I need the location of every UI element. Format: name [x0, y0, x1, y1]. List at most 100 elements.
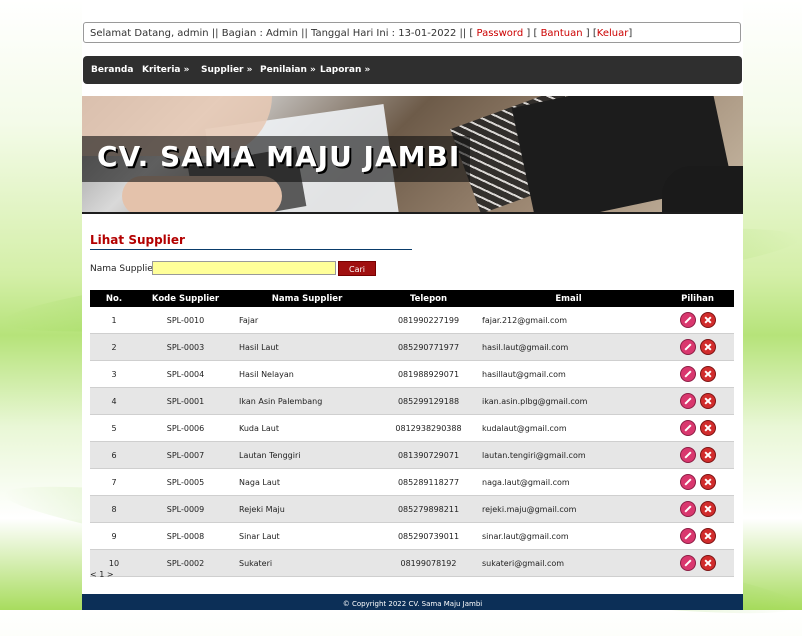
- nav-item-laporan[interactable]: Laporan »: [320, 56, 370, 84]
- divider: [82, 212, 743, 214]
- table-row: 2 SPL-0003 Hasil Laut 085290771977 hasil…: [90, 333, 734, 361]
- pencil-edit-icon[interactable]: [679, 501, 696, 517]
- cell-telepon: 0812938290388: [381, 414, 476, 442]
- cell-telepon: 081390729071: [381, 441, 476, 469]
- cell-no: 3: [90, 360, 138, 388]
- table-row: 3 SPL-0004 Hasil Nelayan 081988929071 ha…: [90, 360, 734, 388]
- cell-nama: Lautan Tenggiri: [233, 441, 381, 469]
- cell-actions: [661, 468, 734, 496]
- cell-telepon: 085290739011: [381, 522, 476, 550]
- pagination[interactable]: < 1 >: [90, 570, 114, 579]
- cell-email: rejeki.maju@gmail.com: [476, 495, 661, 523]
- separator: ] [: [523, 28, 541, 39]
- cell-telepon: 085279898211: [381, 495, 476, 523]
- cell-no: 8: [90, 495, 138, 523]
- cell-nama: Ikan Asin Palembang: [233, 387, 381, 415]
- table-row: 5 SPL-0006 Kuda Laut 0812938290388 kudal…: [90, 414, 734, 442]
- cell-email: hasil.laut@gmail.com: [476, 333, 661, 361]
- close-delete-icon[interactable]: [699, 420, 716, 436]
- welcome-bar: Selamat Datang, admin || Bagian : Admin …: [83, 22, 741, 43]
- cell-actions: [661, 360, 734, 388]
- help-link[interactable]: Bantuan: [541, 28, 583, 39]
- cell-kode: SPL-0006: [138, 414, 233, 442]
- cell-actions: [661, 549, 734, 577]
- cell-email: sinar.laut@gmail.com: [476, 522, 661, 550]
- cell-actions: [661, 333, 734, 361]
- footer: © Copyright 2022 CV. Sama Maju Jambi: [82, 594, 743, 610]
- table-row: 9 SPL-0008 Sinar Laut 085290739011 sinar…: [90, 522, 734, 550]
- search-input[interactable]: [152, 261, 336, 275]
- cell-nama: Fajar: [233, 307, 381, 334]
- nav-item-beranda[interactable]: Beranda: [91, 56, 133, 84]
- cell-no: 1: [90, 307, 138, 334]
- cell-telepon: 085299129188: [381, 387, 476, 415]
- table-row: 6 SPL-0007 Lautan Tenggiri 081390729071 …: [90, 441, 734, 469]
- header-banner: CV. SAMA MAJU JAMBI: [82, 96, 743, 213]
- cell-telepon: 081988929071: [381, 360, 476, 388]
- cell-actions: [661, 387, 734, 415]
- separator: ]: [628, 28, 633, 39]
- banner-title: CV. SAMA MAJU JAMBI: [97, 140, 461, 173]
- close-delete-icon[interactable]: [699, 366, 716, 382]
- table-header-row: No. Kode Supplier Nama Supplier Telepon …: [90, 290, 734, 307]
- cell-telepon: 081990227199: [381, 307, 476, 334]
- cell-telepon: 08199078192: [381, 549, 476, 577]
- separator: ] [: [582, 28, 597, 39]
- cell-actions: [661, 522, 734, 550]
- close-delete-icon[interactable]: [699, 501, 716, 517]
- cell-nama: Naga Laut: [233, 468, 381, 496]
- table-row: 10 SPL-0002 Sukateri 08199078192 sukater…: [90, 549, 734, 577]
- pencil-edit-icon[interactable]: [679, 366, 696, 382]
- column-header-telepon: Telepon: [381, 290, 476, 307]
- close-delete-icon[interactable]: [699, 528, 716, 544]
- cell-actions: [661, 414, 734, 442]
- cell-nama: Rejeki Maju: [233, 495, 381, 523]
- cell-telepon: 085289118277: [381, 468, 476, 496]
- cell-no: 4: [90, 387, 138, 415]
- cell-kode: SPL-0008: [138, 522, 233, 550]
- pencil-edit-icon[interactable]: [679, 555, 696, 571]
- close-delete-icon[interactable]: [699, 312, 716, 328]
- cell-kode: SPL-0005: [138, 468, 233, 496]
- table-row: 1 SPL-0010 Fajar 081990227199 fajar.212@…: [90, 307, 734, 334]
- cell-email: kudalaut@gmail.com: [476, 414, 661, 442]
- pencil-edit-icon[interactable]: [679, 447, 696, 463]
- cell-kode: SPL-0007: [138, 441, 233, 469]
- search-button[interactable]: Cari: [338, 261, 376, 276]
- pencil-edit-icon[interactable]: [679, 528, 696, 544]
- logout-link[interactable]: Keluar: [597, 28, 629, 39]
- close-delete-icon[interactable]: [699, 393, 716, 409]
- column-header-nama: Nama Supplier: [233, 290, 381, 307]
- pencil-edit-icon[interactable]: [679, 339, 696, 355]
- cell-actions: [661, 307, 734, 334]
- password-link[interactable]: Password: [477, 28, 524, 39]
- close-delete-icon[interactable]: [699, 474, 716, 490]
- cell-nama: Hasil Nelayan: [233, 360, 381, 388]
- cell-nama: Hasil Laut: [233, 333, 381, 361]
- close-delete-icon[interactable]: [699, 447, 716, 463]
- page-container: Selamat Datang, admin || Bagian : Admin …: [82, 0, 743, 610]
- cell-no: 2: [90, 333, 138, 361]
- cell-nama: Sinar Laut: [233, 522, 381, 550]
- cell-nama: Kuda Laut: [233, 414, 381, 442]
- nav-item-kriteria[interactable]: Kriteria »: [142, 56, 189, 84]
- close-delete-icon[interactable]: [699, 339, 716, 355]
- banner-phone: [662, 166, 743, 213]
- cell-actions: [661, 441, 734, 469]
- cell-no: 5: [90, 414, 138, 442]
- column-header-no: No.: [90, 290, 138, 307]
- column-header-kode: Kode Supplier: [138, 290, 233, 307]
- nav-item-supplier[interactable]: Supplier »: [201, 56, 252, 84]
- cell-kode: SPL-0002: [138, 549, 233, 577]
- nav-item-penilaian[interactable]: Penilaian »: [260, 56, 316, 84]
- cell-email: hasillaut@gmail.com: [476, 360, 661, 388]
- pencil-edit-icon[interactable]: [679, 312, 696, 328]
- pencil-edit-icon[interactable]: [679, 474, 696, 490]
- cell-email: sukateri@gmail.com: [476, 549, 661, 577]
- divider: [90, 249, 412, 250]
- cell-no: 7: [90, 468, 138, 496]
- close-delete-icon[interactable]: [699, 555, 716, 571]
- pencil-edit-icon[interactable]: [679, 420, 696, 436]
- pencil-edit-icon[interactable]: [679, 393, 696, 409]
- main-nav: Beranda Kriteria » Supplier » Penilaian …: [83, 56, 742, 84]
